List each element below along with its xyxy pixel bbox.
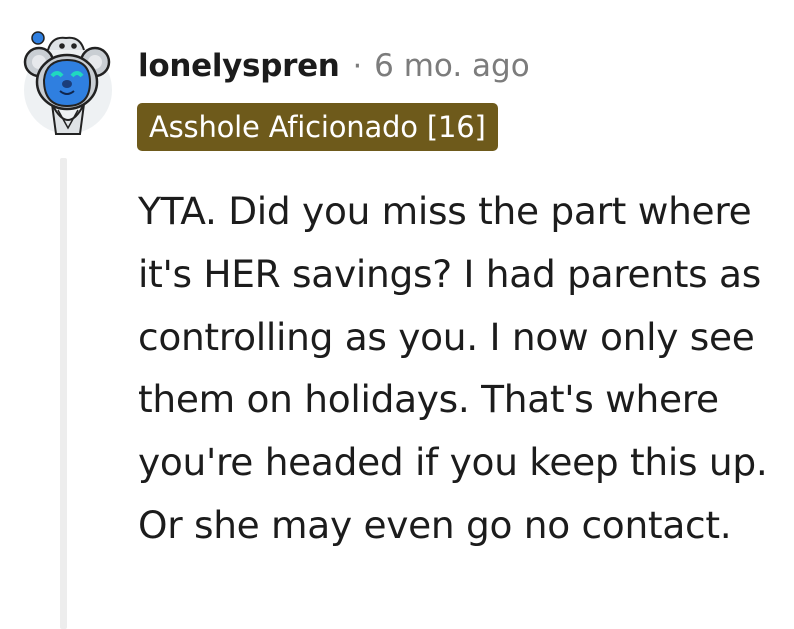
comment-text: YTA. Did you miss the part where it's HE… xyxy=(138,189,768,547)
avatar[interactable] xyxy=(22,24,114,136)
user-flair: Asshole Aficionado [16] xyxy=(137,103,498,151)
thread-line[interactable] xyxy=(60,158,67,629)
comment: lonelyspren · 6 mo. ago Asshole Aficiona… xyxy=(0,0,794,629)
meta-separator: · xyxy=(352,48,363,84)
username[interactable]: lonelyspren xyxy=(138,48,340,84)
timestamp[interactable]: 6 mo. ago xyxy=(374,48,530,84)
comment-header: lonelyspren · 6 mo. ago xyxy=(138,44,530,88)
snoo-koala-avatar-icon xyxy=(23,31,112,135)
comment-body: YTA. Did you miss the part where it's HE… xyxy=(138,180,783,557)
